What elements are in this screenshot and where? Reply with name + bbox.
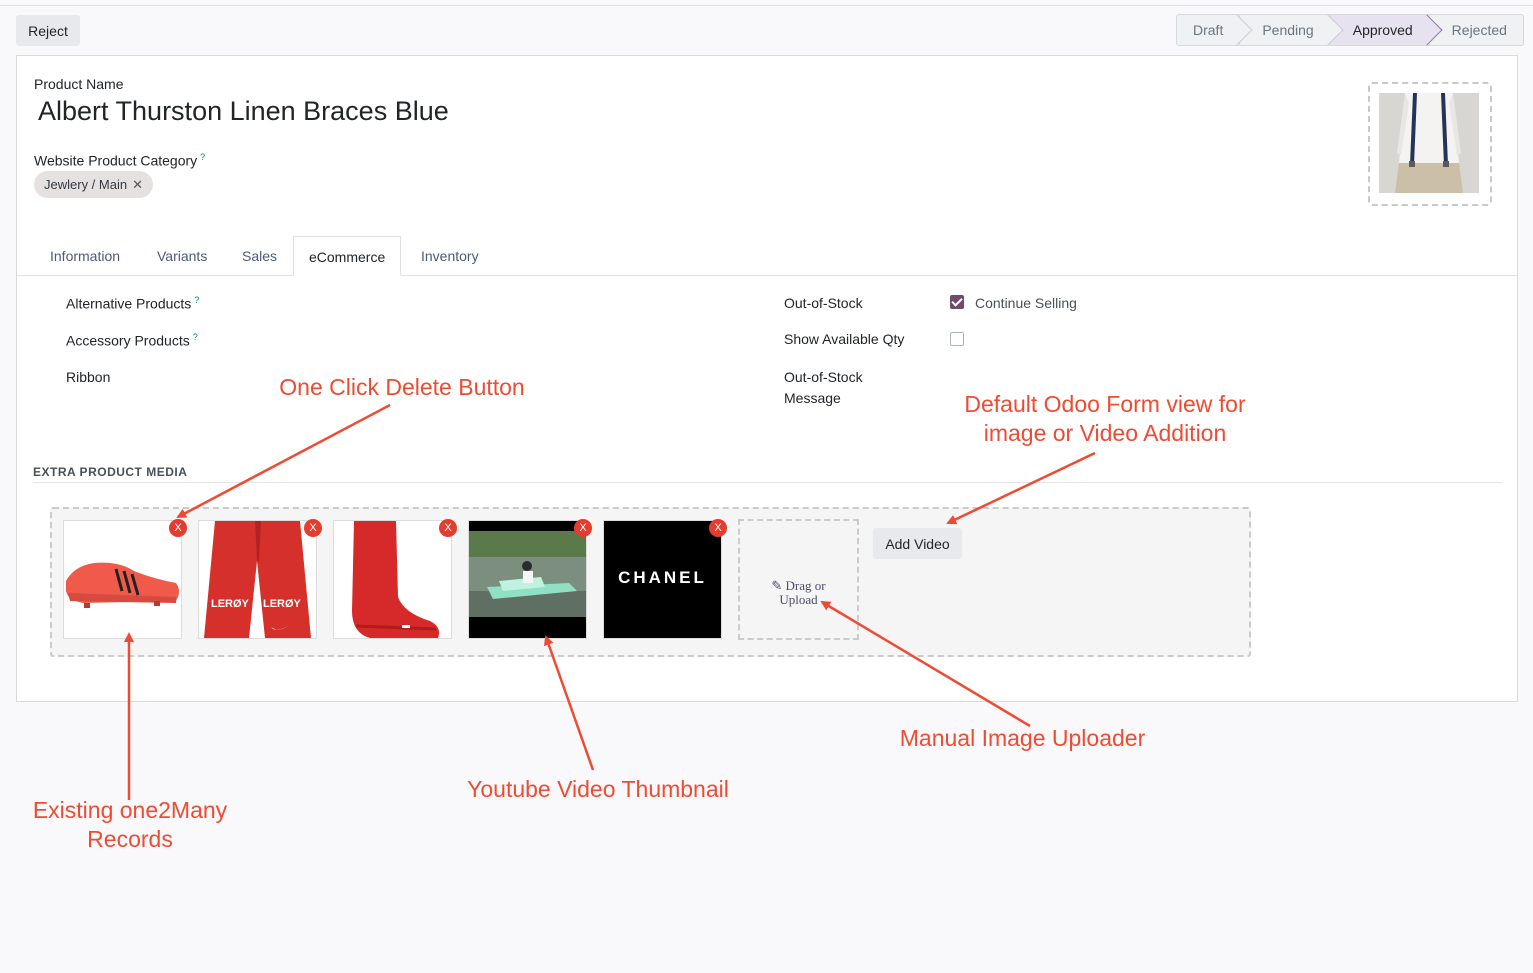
annotation-existing-records: Existing one2Many Records bbox=[15, 796, 245, 854]
tag-remove-icon[interactable]: ✕ bbox=[132, 177, 143, 192]
delete-media-button[interactable]: X bbox=[709, 519, 727, 537]
extra-media-section-title: EXTRA PRODUCT MEDIA bbox=[33, 465, 187, 479]
continue-selling-label[interactable]: Continue Selling bbox=[975, 295, 1077, 311]
tab-ecommerce[interactable]: eCommerce bbox=[293, 236, 401, 276]
annotation-youtube-thumbnail: Youtube Video Thumbnail bbox=[440, 775, 756, 804]
status-bar: Draft Pending Approved Rejected bbox=[1176, 14, 1524, 46]
stage-label: Pending bbox=[1262, 22, 1313, 38]
notebook-tabs: Information Variants Sales eCommerce Inv… bbox=[17, 236, 1517, 276]
media-dropzone: X LERØY LERØY X bbox=[50, 507, 1251, 657]
accessory-products-label: Accessory Products? bbox=[66, 332, 198, 349]
uploader-line2: Upload bbox=[779, 592, 817, 607]
shorts-logo-text: LERØY bbox=[263, 598, 302, 610]
product-image-field[interactable] bbox=[1368, 82, 1492, 206]
tab-sales[interactable]: Sales bbox=[242, 236, 277, 275]
stage-approved[interactable]: Approved bbox=[1331, 14, 1430, 46]
delete-media-button[interactable]: X bbox=[169, 519, 187, 537]
tab-inventory[interactable]: Inventory bbox=[421, 236, 479, 275]
form-sheet: Product Name Albert Thurston Linen Brace… bbox=[16, 55, 1518, 702]
out-of-stock-message-label: Out-of-Stock Message bbox=[784, 367, 863, 409]
media-thumb-boot[interactable]: X bbox=[63, 520, 182, 639]
delete-media-button[interactable]: X bbox=[574, 519, 592, 537]
annotation-line: image or Video Addition bbox=[930, 419, 1280, 448]
annotation-default-form: Default Odoo Form view for image or Vide… bbox=[930, 390, 1280, 448]
media-thumb-shorts[interactable]: LERØY LERØY X bbox=[198, 520, 317, 639]
help-icon[interactable]: ? bbox=[200, 152, 205, 162]
section-divider bbox=[33, 482, 1502, 483]
tab-information[interactable]: Information bbox=[50, 236, 120, 275]
alternative-products-label: Alternative Products? bbox=[66, 295, 199, 312]
continue-selling-checkbox[interactable] bbox=[950, 295, 964, 309]
stage-draft[interactable]: Draft bbox=[1176, 14, 1240, 46]
annotation-delete-button: One Click Delete Button bbox=[252, 373, 552, 402]
stage-rejected[interactable]: Rejected bbox=[1430, 14, 1524, 46]
stage-label: Rejected bbox=[1452, 22, 1507, 38]
category-tag: Jewlery / Main ✕ bbox=[34, 171, 153, 198]
uploader-line1: Drag or bbox=[786, 578, 826, 593]
stage-label: Draft bbox=[1193, 22, 1223, 38]
help-icon[interactable]: ? bbox=[193, 332, 198, 342]
stage-pending[interactable]: Pending bbox=[1240, 14, 1330, 46]
red-sock-image bbox=[334, 521, 451, 638]
video-thumbnail-image bbox=[469, 521, 586, 638]
out-of-stock-label: Out-of-Stock bbox=[784, 295, 863, 311]
delete-media-button[interactable]: X bbox=[304, 519, 322, 537]
delete-media-button[interactable]: X bbox=[439, 519, 457, 537]
ribbon-label: Ribbon bbox=[66, 369, 110, 385]
help-icon[interactable]: ? bbox=[194, 295, 199, 305]
uploader-text: ✎ Drag or Upload bbox=[740, 579, 857, 607]
media-thumb-chanel[interactable]: CHANEL X bbox=[603, 520, 722, 639]
out-of-stock-message-line2: Message bbox=[784, 388, 863, 409]
annotation-line: Records bbox=[15, 825, 245, 854]
chanel-logo-text: CHANEL bbox=[604, 568, 721, 588]
accessory-products-text: Accessory Products bbox=[66, 333, 190, 349]
category-label: Website Product Category? bbox=[34, 152, 205, 169]
pencil-icon: ✎ bbox=[771, 578, 782, 593]
media-thumb-sock[interactable]: X bbox=[333, 520, 452, 639]
red-boot-image bbox=[64, 521, 181, 638]
top-divider bbox=[0, 5, 1533, 6]
product-name-label: Product Name bbox=[34, 76, 123, 92]
stage-label: Approved bbox=[1353, 22, 1413, 38]
show-available-qty-checkbox[interactable] bbox=[950, 332, 964, 346]
product-photo-braces bbox=[1379, 93, 1479, 193]
shorts-logo-text: LERØY bbox=[211, 598, 250, 610]
annotation-manual-uploader: Manual Image Uploader bbox=[880, 724, 1165, 753]
show-available-qty-label: Show Available Qty bbox=[784, 331, 904, 347]
category-label-text: Website Product Category bbox=[34, 153, 197, 169]
manual-image-uploader[interactable]: ✎ Drag or Upload bbox=[738, 519, 859, 640]
add-video-button[interactable]: Add Video bbox=[873, 528, 962, 559]
product-name-field[interactable]: Albert Thurston Linen Braces Blue bbox=[38, 96, 449, 127]
red-shorts-image: LERØY LERØY bbox=[199, 521, 316, 638]
annotation-line: Default Odoo Form view for bbox=[930, 390, 1280, 419]
media-thumb-video[interactable]: X bbox=[468, 520, 587, 639]
tab-variants[interactable]: Variants bbox=[157, 236, 207, 275]
out-of-stock-message-line1: Out-of-Stock bbox=[784, 367, 863, 388]
alternative-products-text: Alternative Products bbox=[66, 296, 191, 312]
category-tag-label: Jewlery / Main bbox=[44, 177, 127, 192]
annotation-line: Existing one2Many bbox=[15, 796, 245, 825]
reject-button[interactable]: Reject bbox=[16, 15, 80, 46]
